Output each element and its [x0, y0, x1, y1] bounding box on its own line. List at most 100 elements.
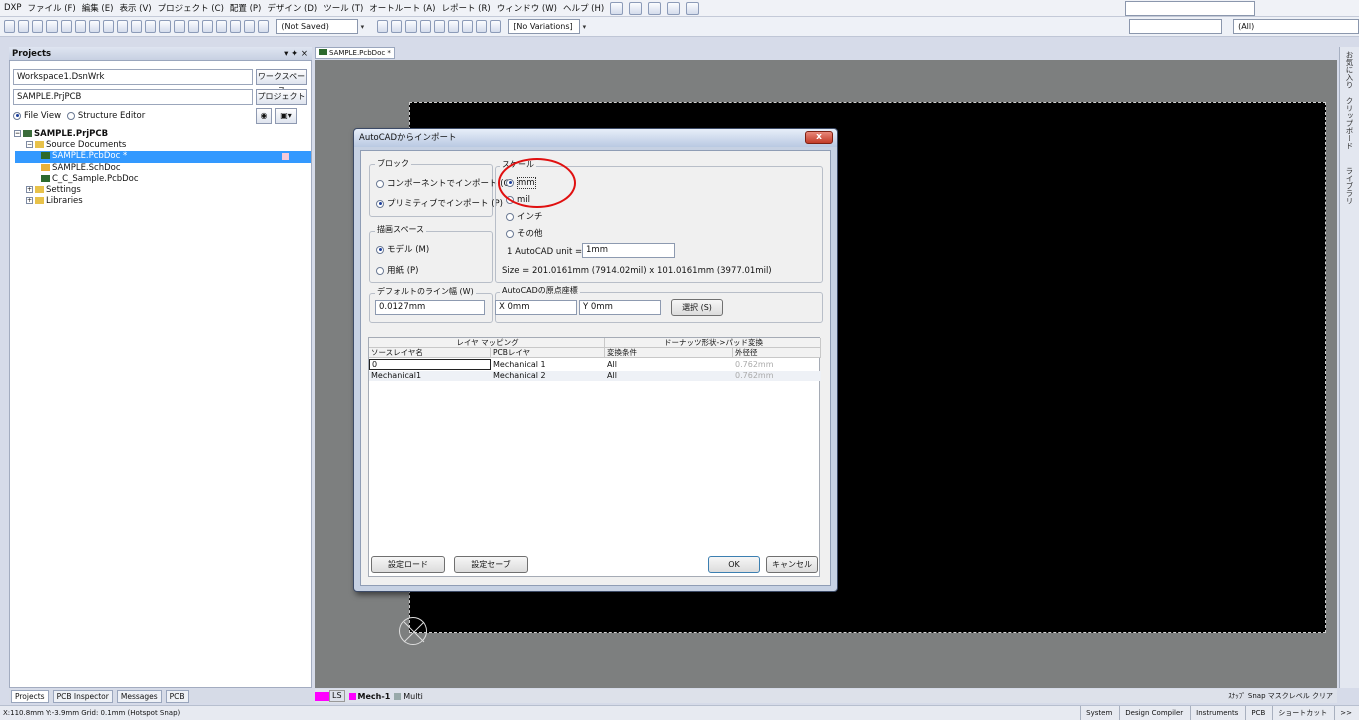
dropdown-icon[interactable]: ▾: [361, 23, 365, 31]
toolbar-icon[interactable]: [648, 1, 662, 15]
unit-input[interactable]: 1mm: [582, 243, 675, 258]
toolbar-icon[interactable]: [686, 1, 700, 15]
cut-icon[interactable]: [131, 20, 143, 33]
component-radio[interactable]: [376, 179, 384, 188]
menu-autoroute[interactable]: オートルート (A): [369, 2, 435, 14]
menu-project[interactable]: プロジェクト (C): [158, 2, 224, 14]
table-row-1-pcb[interactable]: Mechanical 2: [491, 371, 605, 380]
table-row-1-condition[interactable]: All: [605, 371, 733, 380]
open-icon[interactable]: [18, 20, 30, 33]
redo-icon[interactable]: [230, 20, 242, 33]
new-icon[interactable]: [4, 20, 16, 33]
expand-icon[interactable]: +: [26, 186, 33, 193]
panel-pin-icon[interactable]: ▾ ✦ ×: [284, 47, 308, 61]
col-condition[interactable]: 変換条件: [605, 348, 733, 358]
fill-icon[interactable]: [447, 20, 459, 33]
via-icon[interactable]: [419, 20, 431, 33]
component-option[interactable]: コンポーネントでインポート (C): [376, 179, 513, 190]
toolbar-icon[interactable]: [667, 1, 681, 15]
tree-settings[interactable]: + Settings: [26, 185, 81, 196]
top-right-combo[interactable]: [1125, 0, 1256, 16]
component-icon[interactable]: [102, 20, 114, 33]
menu-file[interactable]: ファイル (F): [28, 2, 76, 14]
tree-root[interactable]: − SAMPLE.PrjPCB: [14, 129, 108, 140]
deselect-icon[interactable]: [201, 20, 213, 33]
saved-state-combo[interactable]: (Not Saved): [276, 19, 358, 34]
browse-icon[interactable]: [117, 20, 129, 33]
menu-reports[interactable]: レポート (R): [441, 2, 490, 14]
tab-projects[interactable]: Projects: [11, 689, 49, 703]
file-view-radio[interactable]: [13, 111, 21, 120]
folder-menu-icon[interactable]: ▣▾: [275, 108, 297, 124]
arc-icon[interactable]: [433, 20, 445, 33]
table-row-1-source[interactable]: Mechanical1: [369, 371, 491, 380]
text-icon[interactable]: [476, 20, 488, 33]
layer-ls[interactable]: LS: [329, 690, 345, 702]
tree-libraries[interactable]: + Libraries: [26, 196, 83, 207]
origin-y-input[interactable]: Y 0mm: [579, 300, 661, 315]
status-design-compiler[interactable]: Design Compiler: [1119, 706, 1188, 720]
route-icon[interactable]: [377, 20, 389, 33]
table-row-1-diameter[interactable]: 0.762mm: [733, 371, 821, 380]
project-button[interactable]: プロジェクト: [256, 89, 307, 105]
chart-icon[interactable]: [258, 20, 270, 33]
inch-radio[interactable]: [506, 212, 514, 221]
cancel-button[interactable]: キャンセル: [766, 556, 818, 573]
other-radio[interactable]: [506, 229, 514, 238]
tree-source-documents[interactable]: − Source Documents: [26, 140, 126, 151]
wire-icon[interactable]: [244, 20, 256, 33]
save-settings-button[interactable]: 設定セーブ: [454, 556, 528, 573]
zoom-area-icon[interactable]: [74, 20, 86, 33]
document-tab[interactable]: SAMPLE.PcbDoc *: [315, 47, 395, 59]
paper-radio[interactable]: [376, 266, 384, 275]
select-origin-button[interactable]: 選択 (S): [671, 299, 723, 316]
table-row-0-condition[interactable]: All: [605, 360, 733, 369]
menu-tools[interactable]: ツール (T): [323, 2, 363, 14]
collapse-icon[interactable]: −: [14, 130, 21, 137]
menu-help[interactable]: ヘルプ (H): [563, 2, 604, 14]
menu-dxp[interactable]: DXP: [4, 3, 22, 13]
load-settings-button[interactable]: 設定ロード: [371, 556, 445, 573]
menu-design[interactable]: デザイン (D): [267, 2, 317, 14]
tab-pcb[interactable]: PCB: [165, 689, 189, 703]
structure-editor-radio[interactable]: [66, 111, 75, 120]
paper-option[interactable]: 用紙 (P): [376, 266, 418, 277]
status-more[interactable]: >>: [1334, 706, 1357, 720]
variations-combo[interactable]: [No Variations]: [508, 19, 580, 34]
copy-icon[interactable]: [145, 20, 157, 33]
library-tab[interactable]: ライブラリ: [1344, 167, 1355, 205]
refresh-icon[interactable]: ◉: [256, 108, 272, 124]
move-icon[interactable]: [187, 20, 199, 33]
dimension-icon[interactable]: [490, 20, 502, 33]
print-icon[interactable]: [46, 20, 58, 33]
tree-item-sample-pcb[interactable]: C_C_Sample.PcbDoc: [41, 174, 139, 185]
status-pcb[interactable]: PCB: [1245, 706, 1270, 720]
menu-window[interactable]: ウィンドウ (W): [497, 2, 557, 14]
workspace-combo[interactable]: Workspace1.DsnWrk: [13, 69, 253, 85]
project-field[interactable]: SAMPLE.PrjPCB: [13, 89, 253, 105]
table-row-0-diameter[interactable]: 0.762mm: [733, 360, 821, 369]
clipboard-tab[interactable]: クリップボード: [1344, 97, 1355, 150]
other-option[interactable]: その他: [506, 229, 543, 240]
primitive-radio[interactable]: [376, 199, 384, 208]
status-system[interactable]: System: [1080, 706, 1117, 720]
col-outer-diameter[interactable]: 外径径: [733, 348, 821, 358]
dialog-close-button[interactable]: x: [805, 131, 833, 144]
workspace-button[interactable]: ワークスペース: [256, 69, 307, 95]
toolbar-icon[interactable]: [610, 1, 624, 15]
layer-mech1[interactable]: Mech-1: [358, 692, 391, 701]
undo-icon[interactable]: [215, 20, 227, 33]
tree-item-schdoc[interactable]: SAMPLE.SchDoc: [41, 163, 121, 174]
tab-pcb-inspector[interactable]: PCB Inspector: [52, 689, 113, 703]
favorites-tab[interactable]: お気に入り: [1344, 51, 1355, 89]
all-combo[interactable]: (All): [1233, 19, 1359, 34]
select-icon[interactable]: [173, 20, 185, 33]
table-row-0-pcb[interactable]: Mechanical 1: [491, 360, 605, 369]
model-option[interactable]: モデル (M): [376, 245, 429, 256]
expand-icon[interactable]: +: [26, 197, 33, 204]
menu-view[interactable]: 表示 (V): [119, 2, 151, 14]
col-source-layer[interactable]: ソースレイヤ名: [369, 348, 491, 358]
col-pcb-layer[interactable]: PCBレイヤ: [491, 348, 605, 358]
line-width-input[interactable]: 0.0127mm: [375, 300, 485, 315]
dropdown-icon[interactable]: ▾: [583, 23, 587, 31]
